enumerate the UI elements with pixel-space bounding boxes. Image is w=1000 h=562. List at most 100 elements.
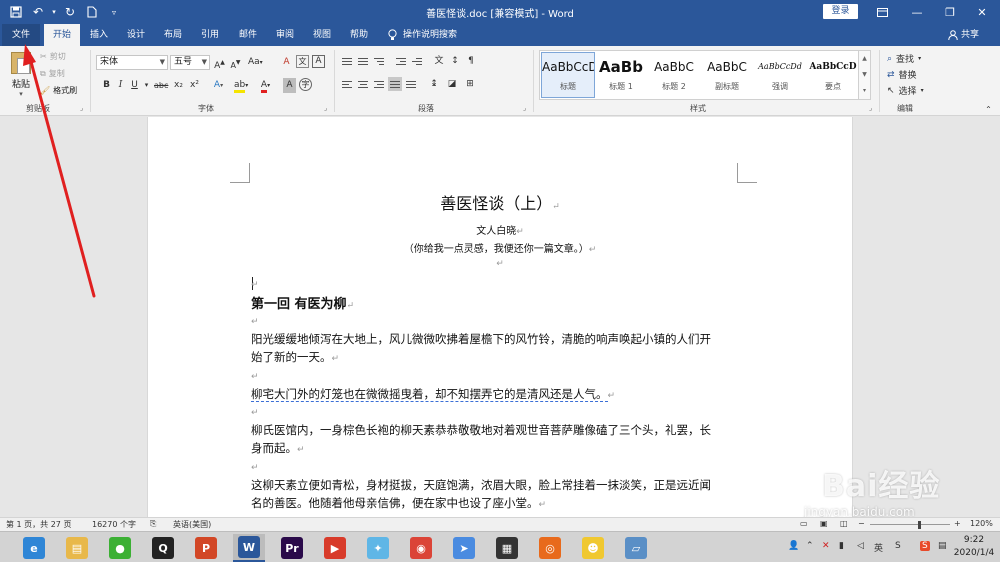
grow-font-button[interactable]: A▲ bbox=[213, 55, 226, 71]
tab-layout[interactable]: 布局 bbox=[158, 24, 188, 46]
align-left-icon[interactable] bbox=[340, 77, 354, 91]
style-subtitle[interactable]: AaBbC 副标题 bbox=[701, 53, 753, 97]
taskbar-app[interactable]: Q bbox=[147, 534, 179, 562]
highlight-icon[interactable]: ab▾ bbox=[234, 78, 248, 93]
zoom-slider[interactable] bbox=[870, 524, 950, 525]
collapse-ribbon-icon[interactable]: ⌃ bbox=[982, 102, 995, 117]
taskbar-app[interactable]: ◎ bbox=[534, 534, 566, 562]
style-emphasis[interactable]: AaBbCcDd 强调 bbox=[754, 53, 806, 97]
tab-mailings[interactable]: 邮件 bbox=[233, 24, 263, 46]
clear-formatting-button[interactable]: A bbox=[280, 55, 293, 70]
font-color-icon[interactable]: A▾ bbox=[259, 78, 272, 93]
chevron-down-icon[interactable]: ▾ bbox=[50, 3, 58, 21]
restore-icon[interactable]: ❐ bbox=[936, 3, 964, 21]
multilevel-list-icon[interactable] bbox=[372, 54, 386, 68]
zoom-in-icon[interactable]: + bbox=[954, 519, 961, 528]
tab-insert[interactable]: 插入 bbox=[84, 24, 114, 46]
superscript-button[interactable]: x² bbox=[188, 78, 201, 93]
ime-icon[interactable]: 英 bbox=[874, 541, 883, 554]
person-tray-icon[interactable]: 👤 bbox=[788, 541, 799, 551]
share-button[interactable]: 共享 bbox=[948, 24, 979, 46]
style-strong[interactable]: AaBbCcD 要点 bbox=[807, 53, 859, 97]
tab-design[interactable]: 设计 bbox=[121, 24, 151, 46]
taskbar-app[interactable]: ☻ bbox=[577, 534, 609, 562]
dialog-launcher-icon[interactable]: ⌟ bbox=[324, 104, 327, 112]
chevron-down-icon[interactable]: ▾ bbox=[8, 90, 34, 98]
sort-icon[interactable]: ↕ bbox=[448, 54, 462, 69]
taskbar-app[interactable]: e bbox=[18, 534, 50, 562]
customize-icon[interactable]: ▿ bbox=[104, 3, 124, 21]
sogou-icon[interactable]: S bbox=[920, 541, 930, 551]
line-spacing-icon[interactable]: ↨ bbox=[426, 77, 442, 92]
subscript-button[interactable]: x₂ bbox=[172, 78, 185, 93]
text-effects-icon[interactable]: A▾ bbox=[212, 78, 225, 93]
change-case-button[interactable]: Aa▾ bbox=[248, 55, 263, 70]
taskbar-app[interactable]: ▦ bbox=[491, 534, 523, 562]
bullets-icon[interactable] bbox=[340, 54, 354, 68]
increase-indent-icon[interactable] bbox=[410, 54, 424, 68]
style-heading-2[interactable]: AaBbC 标题 2 bbox=[648, 53, 700, 97]
dialog-launcher-icon[interactable]: ⌟ bbox=[523, 104, 526, 112]
align-center-icon[interactable] bbox=[356, 77, 370, 91]
ribbon-display-icon[interactable] bbox=[868, 3, 896, 21]
tab-references[interactable]: 引用 bbox=[195, 24, 225, 46]
select-button[interactable]: ↖ 选择 ▾ bbox=[887, 84, 924, 98]
font-name-box[interactable]: 宋体 ▼ bbox=[96, 55, 168, 70]
numbering-icon[interactable] bbox=[356, 54, 370, 68]
dialog-launcher-icon[interactable]: ⌟ bbox=[80, 104, 83, 112]
web-layout-icon[interactable]: ◫ bbox=[840, 519, 848, 528]
font-size-box[interactable]: 五号 ▼ bbox=[170, 55, 210, 70]
taskbar-app[interactable]: ▱ bbox=[620, 534, 652, 562]
align-right-icon[interactable] bbox=[372, 77, 386, 91]
copy-button[interactable]: ⧉ 复制 bbox=[40, 68, 65, 79]
bold-button[interactable]: B bbox=[100, 78, 113, 93]
save-icon[interactable] bbox=[6, 3, 26, 21]
justify-icon[interactable] bbox=[388, 77, 402, 91]
character-shading-icon[interactable]: A bbox=[283, 78, 296, 93]
styles-scroll[interactable]: ▲ ▼ ▾ bbox=[859, 50, 871, 100]
italic-button[interactable]: I bbox=[114, 78, 127, 93]
taskbar-app[interactable]: P bbox=[190, 534, 222, 562]
taskbar-app[interactable]: ● bbox=[104, 534, 136, 562]
notification-icon[interactable]: ▤ bbox=[938, 541, 947, 551]
asian-layout-icon[interactable]: 文 bbox=[432, 54, 446, 69]
language-indicator[interactable]: 英语(美国) bbox=[173, 519, 211, 530]
page-count[interactable]: 第 1 页，共 27 页 bbox=[6, 519, 71, 530]
replace-button[interactable]: ⇄ 替换 bbox=[887, 68, 917, 82]
dialog-launcher-icon[interactable]: ⌟ bbox=[869, 104, 872, 112]
network-icon[interactable]: ✕ bbox=[822, 541, 830, 551]
tab-view[interactable]: 视图 bbox=[307, 24, 337, 46]
clock[interactable]: 9:22 2020/1/4 bbox=[952, 534, 996, 560]
taskbar-app[interactable]: ➤ bbox=[448, 534, 480, 562]
minimize-icon[interactable]: — bbox=[903, 3, 931, 21]
paste-button[interactable]: 粘贴 ▾ bbox=[8, 52, 34, 98]
word-count[interactable]: 16270 个字 bbox=[92, 519, 136, 530]
taskbar-app[interactable]: ▤ bbox=[61, 534, 93, 562]
borders-icon[interactable]: ⊞ bbox=[462, 77, 478, 92]
tab-home[interactable]: 开始 bbox=[44, 24, 80, 46]
enclose-character-icon[interactable]: 字 bbox=[299, 78, 312, 91]
tell-me-search[interactable]: 操作说明搜索 bbox=[388, 24, 457, 46]
taskbar-app[interactable]: ✦ bbox=[362, 534, 394, 562]
redo-icon[interactable]: ↻ bbox=[60, 3, 80, 21]
battery-icon[interactable]: ▮ bbox=[839, 541, 844, 551]
zoom-out-icon[interactable]: − bbox=[858, 519, 865, 528]
volume-icon[interactable]: ◁ bbox=[857, 541, 864, 551]
new-document-icon[interactable] bbox=[82, 3, 102, 21]
phonetic-guide-button[interactable]: 文 bbox=[296, 55, 309, 68]
close-icon[interactable]: ✕ bbox=[968, 3, 996, 21]
read-mode-icon[interactable]: ▭ bbox=[800, 519, 808, 528]
proofing-icon[interactable]: ⎘ bbox=[150, 519, 156, 529]
zoom-level[interactable]: 120% bbox=[970, 519, 993, 528]
tab-file[interactable]: 文件 bbox=[2, 24, 40, 46]
decrease-indent-icon[interactable] bbox=[394, 54, 408, 68]
distributed-icon[interactable] bbox=[404, 77, 418, 91]
show-marks-icon[interactable]: ¶ bbox=[464, 54, 478, 69]
taskbar-app[interactable]: Pr bbox=[276, 534, 308, 562]
taskbar-app[interactable]: ▶ bbox=[319, 534, 351, 562]
style-heading-1[interactable]: AaBb 标题 1 bbox=[595, 53, 647, 97]
chevron-down-icon[interactable]: ▾ bbox=[140, 78, 153, 93]
style-title[interactable]: AaBbCcDd 标题 bbox=[541, 52, 595, 98]
chevron-up-icon[interactable]: ⌃ bbox=[806, 541, 814, 551]
input-method-icon[interactable]: S bbox=[895, 541, 901, 551]
